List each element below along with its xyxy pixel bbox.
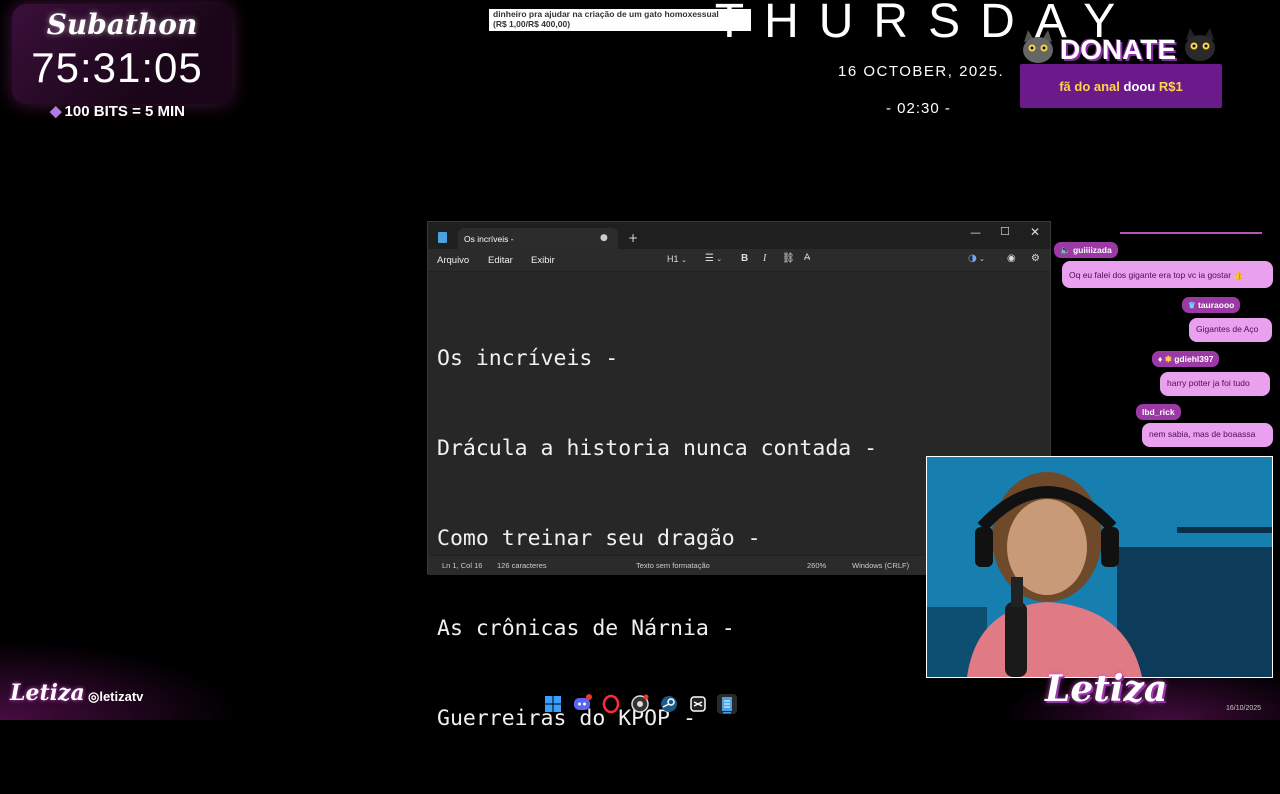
badge-gem-icon: ♦ <box>1158 354 1163 364</box>
chat-message: Gigantes de Aço <box>1189 318 1272 342</box>
subathon-title: Subathon <box>46 8 198 41</box>
cat-right-icon <box>1185 28 1215 61</box>
chevron-down-icon: ⌄ <box>681 257 687 264</box>
opera-gx-icon[interactable] <box>601 694 621 714</box>
menu-exibir[interactable]: Exibir <box>531 255 555 266</box>
date-text: 16 OCTOBER, 2025. <box>838 63 1005 80</box>
donate-amount: R$1 <box>1158 79 1183 94</box>
instagram-icon: ◎ <box>88 689 100 704</box>
link-icon[interactable]: ⛓ <box>782 253 795 264</box>
chat-username: 🔈 guiiiizada <box>1054 242 1118 258</box>
menu-editar[interactable]: Editar <box>488 255 513 266</box>
cat-left-icon <box>1023 30 1053 63</box>
text-line: Drácula a historia nunca contada - <box>437 436 878 461</box>
text-line: Como treinar seu dragão - <box>437 526 761 551</box>
chat-username-text: guiiiizada <box>1072 245 1112 255</box>
badge-star-icon: ✱ <box>1164 354 1172 364</box>
webcam-feed <box>926 456 1273 678</box>
text-line: As crônicas de Nárnia - <box>437 616 735 641</box>
chat-username: ♦ ✱ gdiehl397 <box>1152 351 1220 367</box>
maximize-button[interactable]: ☐ <box>1000 225 1010 238</box>
italic-icon[interactable]: I <box>763 253 766 264</box>
chat-username-text: gdiehl397 <box>1174 354 1214 364</box>
chat-message: nem sabia, mas de boaassa <box>1142 423 1273 447</box>
menu-arquivo[interactable]: Arquivo <box>437 255 469 266</box>
heading-dropdown[interactable]: H1 ⌄ <box>667 254 687 264</box>
chat-username: ♛ tauraooo <box>1182 297 1241 313</box>
notepad-icon[interactable] <box>717 694 737 714</box>
text-line: Os incríveis - <box>437 346 619 371</box>
unsaved-dot-icon[interactable]: ● <box>600 233 608 243</box>
notepad-app-icon <box>438 232 447 243</box>
character-count: 126 caracteres <box>497 561 547 570</box>
brand-logo-right: Letiza <box>1045 668 1168 710</box>
minimize-button[interactable]: — <box>970 226 981 239</box>
chat-username-text: tauraooo <box>1198 300 1235 310</box>
speaker-icon: 🔈 <box>1060 245 1071 255</box>
donate-verb: doou <box>1119 79 1159 94</box>
webcam-image <box>927 457 1272 677</box>
donate-user: fã do anal <box>1059 79 1120 94</box>
system-date: 16/10/2025 <box>1226 705 1262 712</box>
donate-message: fã do anal doou R$1 <box>1020 79 1222 94</box>
windows-icon[interactable] <box>543 694 563 714</box>
copilot-icon[interactable]: ◑ ⌄ <box>968 253 985 264</box>
subathon-panel: Subathon 75:31:05 <box>12 4 232 104</box>
new-tab-button[interactable]: + <box>628 231 638 245</box>
obs-icon[interactable] <box>630 694 650 714</box>
donation-goal-text: dinheiro pra ajudar na criação de um gat… <box>493 9 719 19</box>
cursor-position: Ln 1, Col 16 <box>442 561 483 570</box>
list-dropdown-icon[interactable]: ☰ ⌄ <box>705 253 722 264</box>
text-line: Guerreiras do KPOP - <box>437 706 696 731</box>
bold-icon[interactable]: B <box>741 253 748 264</box>
bits-rate-text: 100 BITS = 5 MIN <box>64 103 186 120</box>
discord-icon[interactable] <box>572 694 592 714</box>
notepad-text-area[interactable]: Os incríveis - Drácula a historia nunca … <box>437 284 877 794</box>
account-icon[interactable]: ◉ <box>1007 253 1016 264</box>
close-button[interactable]: ✕ <box>1030 225 1040 239</box>
chat-message: harry potter ja foi tudo <box>1160 372 1270 396</box>
instagram-handle-text: letizatv <box>99 689 144 704</box>
settings-gear-icon[interactable]: ⚙ <box>1031 253 1040 264</box>
notepad-menubar <box>428 249 1050 272</box>
bits-gem-icon: ◆ <box>50 103 62 120</box>
chat-divider <box>1120 232 1262 234</box>
crown-icon: ♛ <box>1188 300 1196 310</box>
donation-goal-amount: (R$ 1,00/R$ 400,00) <box>493 19 571 29</box>
text-format[interactable]: Texto sem formatação <box>636 561 710 570</box>
steam-icon[interactable] <box>659 694 679 714</box>
instagram-handle: ◎letizatv <box>88 689 143 705</box>
brand-logo-left: Letiza <box>10 680 85 706</box>
donate-title: DONATE <box>1060 34 1177 65</box>
time-text: - 02:30 - <box>886 100 951 117</box>
line-endings[interactable]: Windows (CRLF) <box>852 561 909 570</box>
notepad-tab-title: Os incríveis - <box>464 234 514 244</box>
zoom-level[interactable]: 260% <box>807 561 826 570</box>
bits-rate: ◆ 100 BITS = 5 MIN <box>50 102 185 120</box>
capcut-icon[interactable] <box>688 694 708 714</box>
chat-username: lbd_rick <box>1136 404 1181 420</box>
heading-dropdown-label: H1 <box>667 254 679 264</box>
clear-format-icon[interactable]: A̶ <box>804 253 810 263</box>
subathon-timer: 75:31:05 <box>31 44 203 91</box>
chat-message: Oq eu falei dos gigante era top vc ia go… <box>1062 261 1273 288</box>
